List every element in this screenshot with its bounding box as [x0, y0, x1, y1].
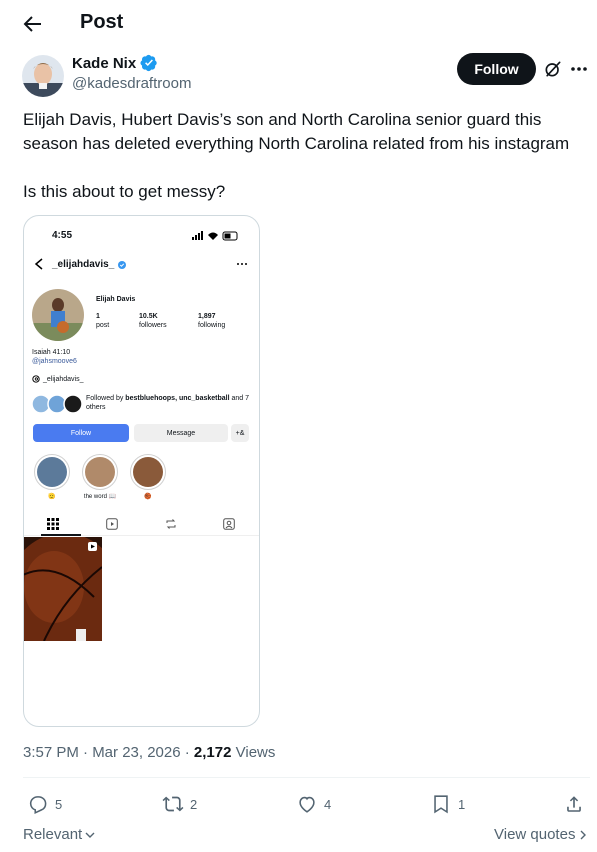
chevron-right-icon [580, 830, 587, 839]
ig-username-text: _elijahdavis_ [52, 259, 115, 270]
post-timestamp-views: 3:57 PM · Mar 23, 2026 · 2,172 Views [23, 744, 275, 761]
ig-status-time: 4:55 [52, 230, 72, 241]
ig-highlight-label-2: the word 📖 [83, 494, 117, 500]
threads-icon [32, 375, 40, 383]
ig-time-text: 4:55 [52, 230, 73, 241]
ig-more-icon [237, 263, 247, 265]
ig-followed-by-avatars [32, 394, 82, 414]
ig-back-icon [34, 258, 43, 270]
back-arrow-icon[interactable] [20, 12, 44, 36]
verified-badge-icon [140, 54, 157, 72]
ig-threads-link: _elijahdavis_ [32, 375, 83, 383]
ig-stat-following-num: 1,897 [198, 313, 216, 320]
ig-profile-avatar [32, 289, 84, 341]
ig-active-tab-indicator [41, 534, 81, 536]
repost-icon [162, 796, 184, 812]
post-text-line-1: Elijah Davis, Hubert Davis’s son and Nor… [23, 110, 570, 153]
ig-post-thumbnail [24, 537, 102, 641]
ig-followed-names: bestbluehoops, unc_basketball [125, 395, 230, 402]
reply-button[interactable]: 5 [27, 793, 62, 815]
share-icon[interactable] [563, 793, 585, 815]
ig-followed-prefix: Followed by [86, 395, 126, 402]
ig-highlight-1 [34, 454, 70, 490]
divider [23, 777, 590, 778]
ig-follow-button: Follow [33, 424, 129, 442]
ig-bio-mention: @jahsmoove6 [32, 358, 77, 365]
follow-button[interactable]: Follow [457, 53, 536, 85]
author-name-text[interactable]: Kade Nix [72, 55, 136, 72]
sort-label: Relevant [23, 826, 83, 843]
ig-highlight-2 [82, 454, 118, 490]
ig-message-button: Message [134, 424, 228, 442]
ig-highlight-label-3: 🏀 [144, 494, 152, 500]
ig-verified-icon [118, 260, 127, 269]
bookmark-button[interactable]: 1 [430, 793, 465, 815]
post-timestamp[interactable]: 3:57 PM · Mar 23, 2026 · [23, 744, 194, 761]
ig-stat-posts-num: 1 [96, 313, 100, 320]
ig-add-user-button: +& [231, 424, 249, 442]
ig-stat-posts: 1 post [96, 312, 109, 330]
post-text-line-2: Is this about to get messy? [23, 182, 226, 201]
ig-profile-tabs [24, 512, 259, 536]
ig-stat-followers: 10.5K followers [139, 312, 167, 330]
ig-stat-following-label: following [198, 322, 226, 329]
post-media-image[interactable]: 4:55 _elijahdavis_ Elijah Davis 1 post 1… [23, 215, 260, 727]
ig-highlight-3 [130, 454, 166, 490]
author-handle[interactable]: @kadesdraftroom [72, 75, 191, 92]
reposts-icon [166, 519, 176, 529]
grok-icon[interactable] [543, 59, 563, 79]
ig-status-icons [192, 231, 238, 241]
ig-followed-by-text: Followed by bestbluehoops, unc_basketbal… [86, 394, 256, 412]
reply-icon [29, 796, 47, 815]
sort-relevant-dropdown[interactable]: Relevant [23, 826, 96, 843]
grid-icon [47, 518, 59, 530]
view-quotes-label: View quotes [494, 826, 576, 843]
repost-button[interactable]: 2 [162, 793, 197, 815]
views-label: Views [231, 744, 276, 761]
like-button[interactable]: 4 [296, 793, 331, 815]
ig-bio-text: Isaiah 41:10 [32, 349, 71, 356]
view-quotes-link[interactable]: View quotes [494, 826, 589, 843]
repost-count: 2 [190, 796, 198, 812]
bookmark-count: 1 [458, 796, 466, 812]
instagram-profile-screenshot: 4:55 _elijahdavis_ Elijah Davis 1 post 1… [24, 216, 259, 726]
ig-display-name: Elijah Davis [96, 296, 136, 303]
views-count: 2,172 [193, 744, 232, 761]
author-name[interactable]: Kade Nix [72, 54, 158, 72]
ig-threads-handle: _elijahdavis_ [43, 375, 84, 383]
ig-highlight-label-1: 🫡 [48, 494, 56, 500]
author-avatar[interactable] [22, 55, 64, 97]
tagged-icon [223, 518, 235, 530]
ig-stat-followers-label: followers [139, 322, 167, 329]
reply-count: 5 [55, 796, 63, 812]
reels-icon [106, 518, 118, 530]
ig-stat-followers-num: 10.5K [139, 313, 158, 320]
like-count: 4 [324, 796, 332, 812]
ig-stat-following: 1,897 following [198, 312, 225, 330]
post-text: Elijah Davis, Hubert Davis’s son and Nor… [23, 108, 593, 204]
chevron-down-icon [85, 832, 95, 838]
page-title: Post [80, 11, 124, 33]
more-options-icon[interactable] [570, 60, 588, 78]
bookmark-icon [434, 795, 448, 814]
ig-stat-posts-label: post [96, 322, 110, 329]
top-bar: Post [0, 0, 597, 48]
heart-icon [299, 796, 315, 813]
ig-username: _elijahdavis_ [52, 259, 127, 270]
